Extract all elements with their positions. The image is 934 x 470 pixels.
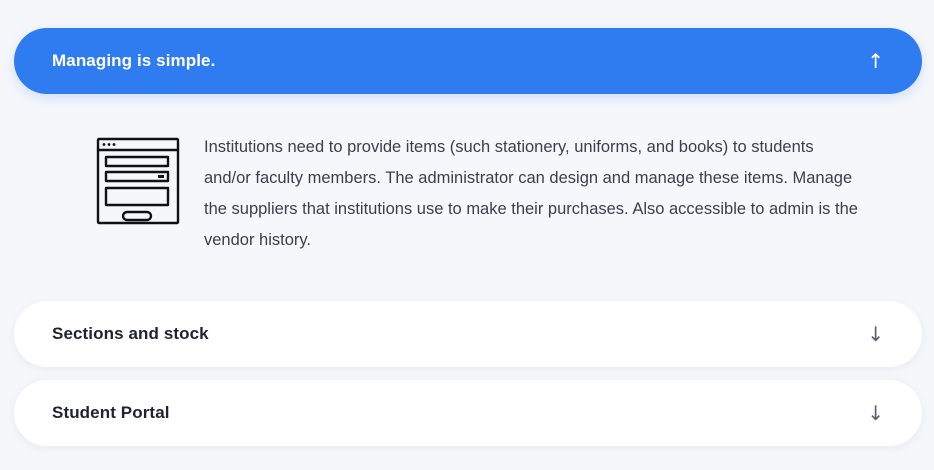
accordion-title: Sections and stock (52, 324, 209, 343)
accordion-body-text: Institutions need to provide items (such… (204, 138, 858, 249)
accordion-item-sections-stock: Sections and stock ↓ (14, 301, 922, 367)
accordion-item-managing: Managing is simple. ↑ (14, 28, 922, 94)
accordion-title: Managing is simple. (52, 51, 216, 70)
accordion-title: Student Portal (52, 403, 170, 422)
accordion-header-managing[interactable]: Managing is simple. ↑ (14, 28, 922, 94)
accordion-panel-managing: Institutions need to provide items (such… (14, 110, 922, 280)
accordion-item-student-portal: Student Portal ↓ (14, 380, 922, 446)
arrow-down-icon[interactable]: ↓ (867, 403, 884, 423)
arrow-up-icon[interactable]: ↑ (867, 51, 884, 71)
form-window-icon (96, 137, 180, 225)
accordion-header-sections-stock[interactable]: Sections and stock ↓ (14, 301, 922, 367)
accordion-header-student-portal[interactable]: Student Portal ↓ (14, 380, 922, 446)
faq-accordion: Managing is simple. ↑ Institutions need … (0, 0, 934, 470)
arrow-down-icon[interactable]: ↓ (867, 324, 884, 344)
